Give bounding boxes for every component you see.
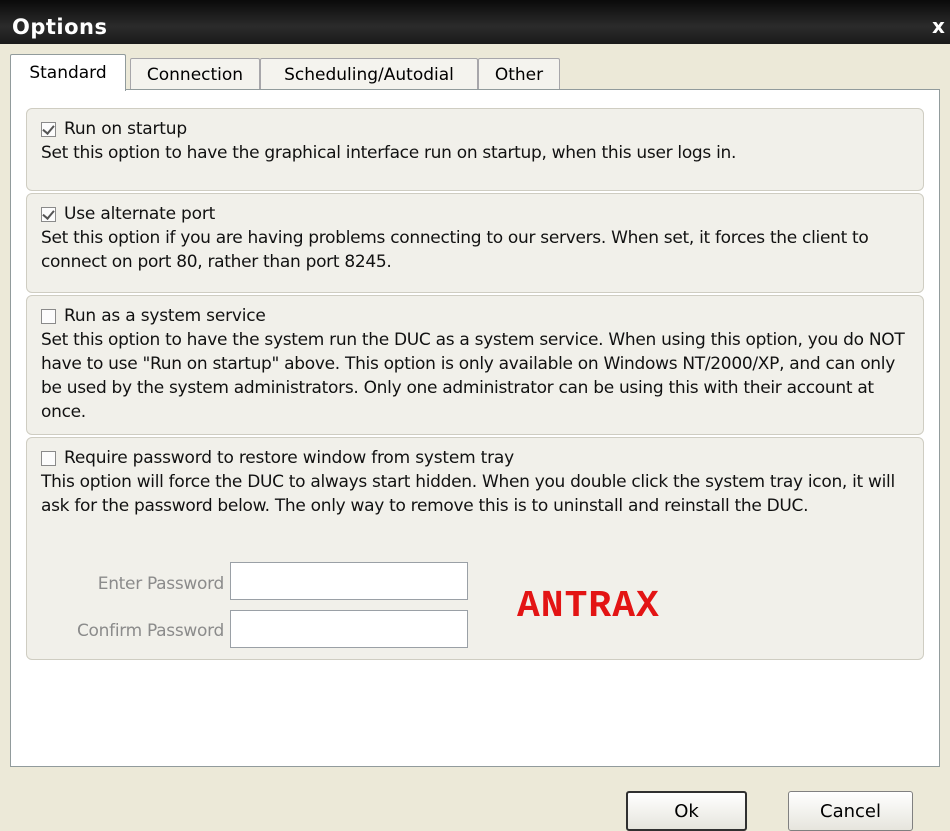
- tab-scheduling-autodial[interactable]: Scheduling/Autodial: [260, 58, 478, 90]
- confirm-password-label: Confirm Password: [76, 621, 224, 641]
- system-service-description: Set this option to have the system run t…: [41, 330, 905, 422]
- close-icon[interactable]: x: [932, 14, 945, 38]
- option-group-run-on-startup: Run on startup Set this option to have t…: [26, 108, 924, 191]
- title-bar: Options x: [0, 0, 950, 44]
- system-service-label: Run as a system service: [64, 306, 266, 326]
- require-password-checkbox[interactable]: [41, 450, 56, 466]
- run-on-startup-description: Set this option to have the graphical in…: [41, 143, 737, 163]
- tab-other[interactable]: Other: [478, 58, 560, 90]
- alternate-port-description: Set this option if you are having proble…: [41, 228, 869, 272]
- enter-password-field[interactable]: [230, 562, 468, 600]
- alternate-port-label: Use alternate port: [64, 204, 216, 224]
- require-password-label: Require password to restore window from …: [64, 448, 514, 468]
- options-dialog: Options x Standard Connection Scheduling…: [0, 0, 950, 831]
- antrax-watermark: ANTRAX: [517, 585, 660, 628]
- enter-password-label: Enter Password: [97, 574, 225, 594]
- require-password-description: This option will force the DUC to always…: [41, 472, 895, 516]
- window-title: Options: [12, 15, 108, 39]
- run-on-startup-label: Run on startup: [64, 119, 187, 139]
- tab-connection[interactable]: Connection: [130, 58, 260, 90]
- option-group-system-service: Run as a system service Set this option …: [26, 295, 924, 435]
- option-group-alternate-port: Use alternate port Set this option if yo…: [26, 193, 924, 293]
- confirm-password-field[interactable]: [230, 610, 468, 648]
- run-on-startup-checkbox[interactable]: [41, 121, 56, 137]
- ok-button[interactable]: Ok: [626, 791, 747, 831]
- tab-strip: Standard Connection Scheduling/Autodial …: [10, 54, 940, 91]
- cancel-button[interactable]: Cancel: [788, 791, 913, 831]
- alternate-port-checkbox[interactable]: [41, 206, 56, 222]
- system-service-checkbox[interactable]: [41, 308, 56, 324]
- tab-standard[interactable]: Standard: [10, 54, 126, 91]
